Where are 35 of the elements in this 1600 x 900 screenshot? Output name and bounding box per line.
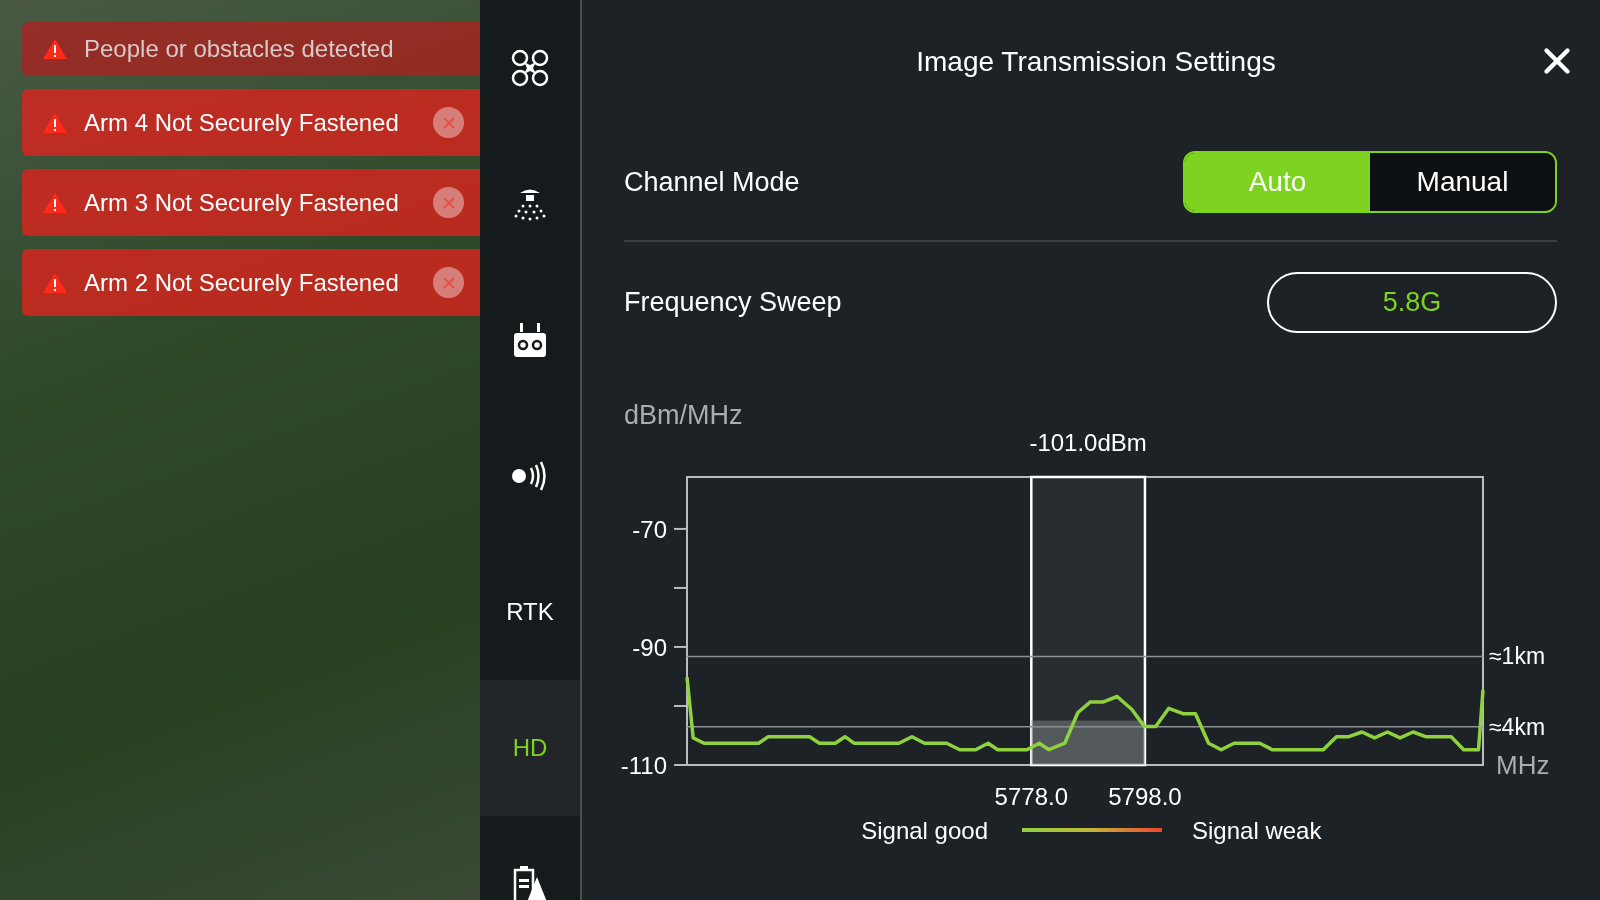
alert-text: Arm 2 Not Securely Fastened — [84, 267, 400, 298]
panel-title: Image Transmission Settings — [915, 45, 1276, 79]
tick-mark — [673, 764, 688, 766]
sidebar-tab[interactable]: RTK — [480, 544, 580, 680]
sidebar-tab[interactable]: HD — [480, 680, 580, 816]
setting-label: Frequency Sweep — [624, 285, 842, 319]
warning-icon — [42, 191, 68, 214]
x-tick-label: 5798.0 — [1108, 783, 1182, 810]
drone-icon — [511, 49, 549, 87]
tick-mark — [673, 705, 688, 707]
setting-label: Channel Mode — [624, 165, 800, 199]
alert-text: Arm 3 Not Securely Fastened — [84, 187, 400, 218]
band-power-label: -101.0dBm — [1029, 429, 1147, 456]
remote-controller-icon — [511, 321, 549, 359]
frequency-button[interactable]: 5.8G — [1267, 271, 1557, 333]
y-tick-label: -90 — [632, 633, 667, 661]
range-label: ≈1km — [1489, 643, 1546, 670]
warning-icon — [42, 271, 68, 294]
warning-icon — [42, 111, 68, 134]
tick-mark — [673, 527, 688, 530]
alert-text: Arm 4 Not Securely Fastened — [84, 107, 400, 138]
y-tick-label: -110 — [620, 752, 667, 779]
tick-mark — [673, 586, 688, 589]
legend-label: Signal weak — [1192, 817, 1322, 844]
alert-text: People or obstacles detected — [84, 34, 395, 64]
range-label: ≈4km — [1489, 713, 1546, 740]
x-tick-label: 5778.0 — [994, 783, 1068, 810]
tick-mark — [673, 645, 688, 648]
y-tick-label: -70 — [632, 515, 667, 543]
axis-unit-label: dBm/MHz — [624, 400, 743, 430]
battery-icon — [511, 865, 549, 900]
warning-icon — [42, 38, 68, 60]
legend-label: Signal good — [861, 817, 988, 844]
axis-unit-label: MHz — [1496, 750, 1550, 780]
mode-option[interactable]: Manual — [1370, 153, 1555, 211]
